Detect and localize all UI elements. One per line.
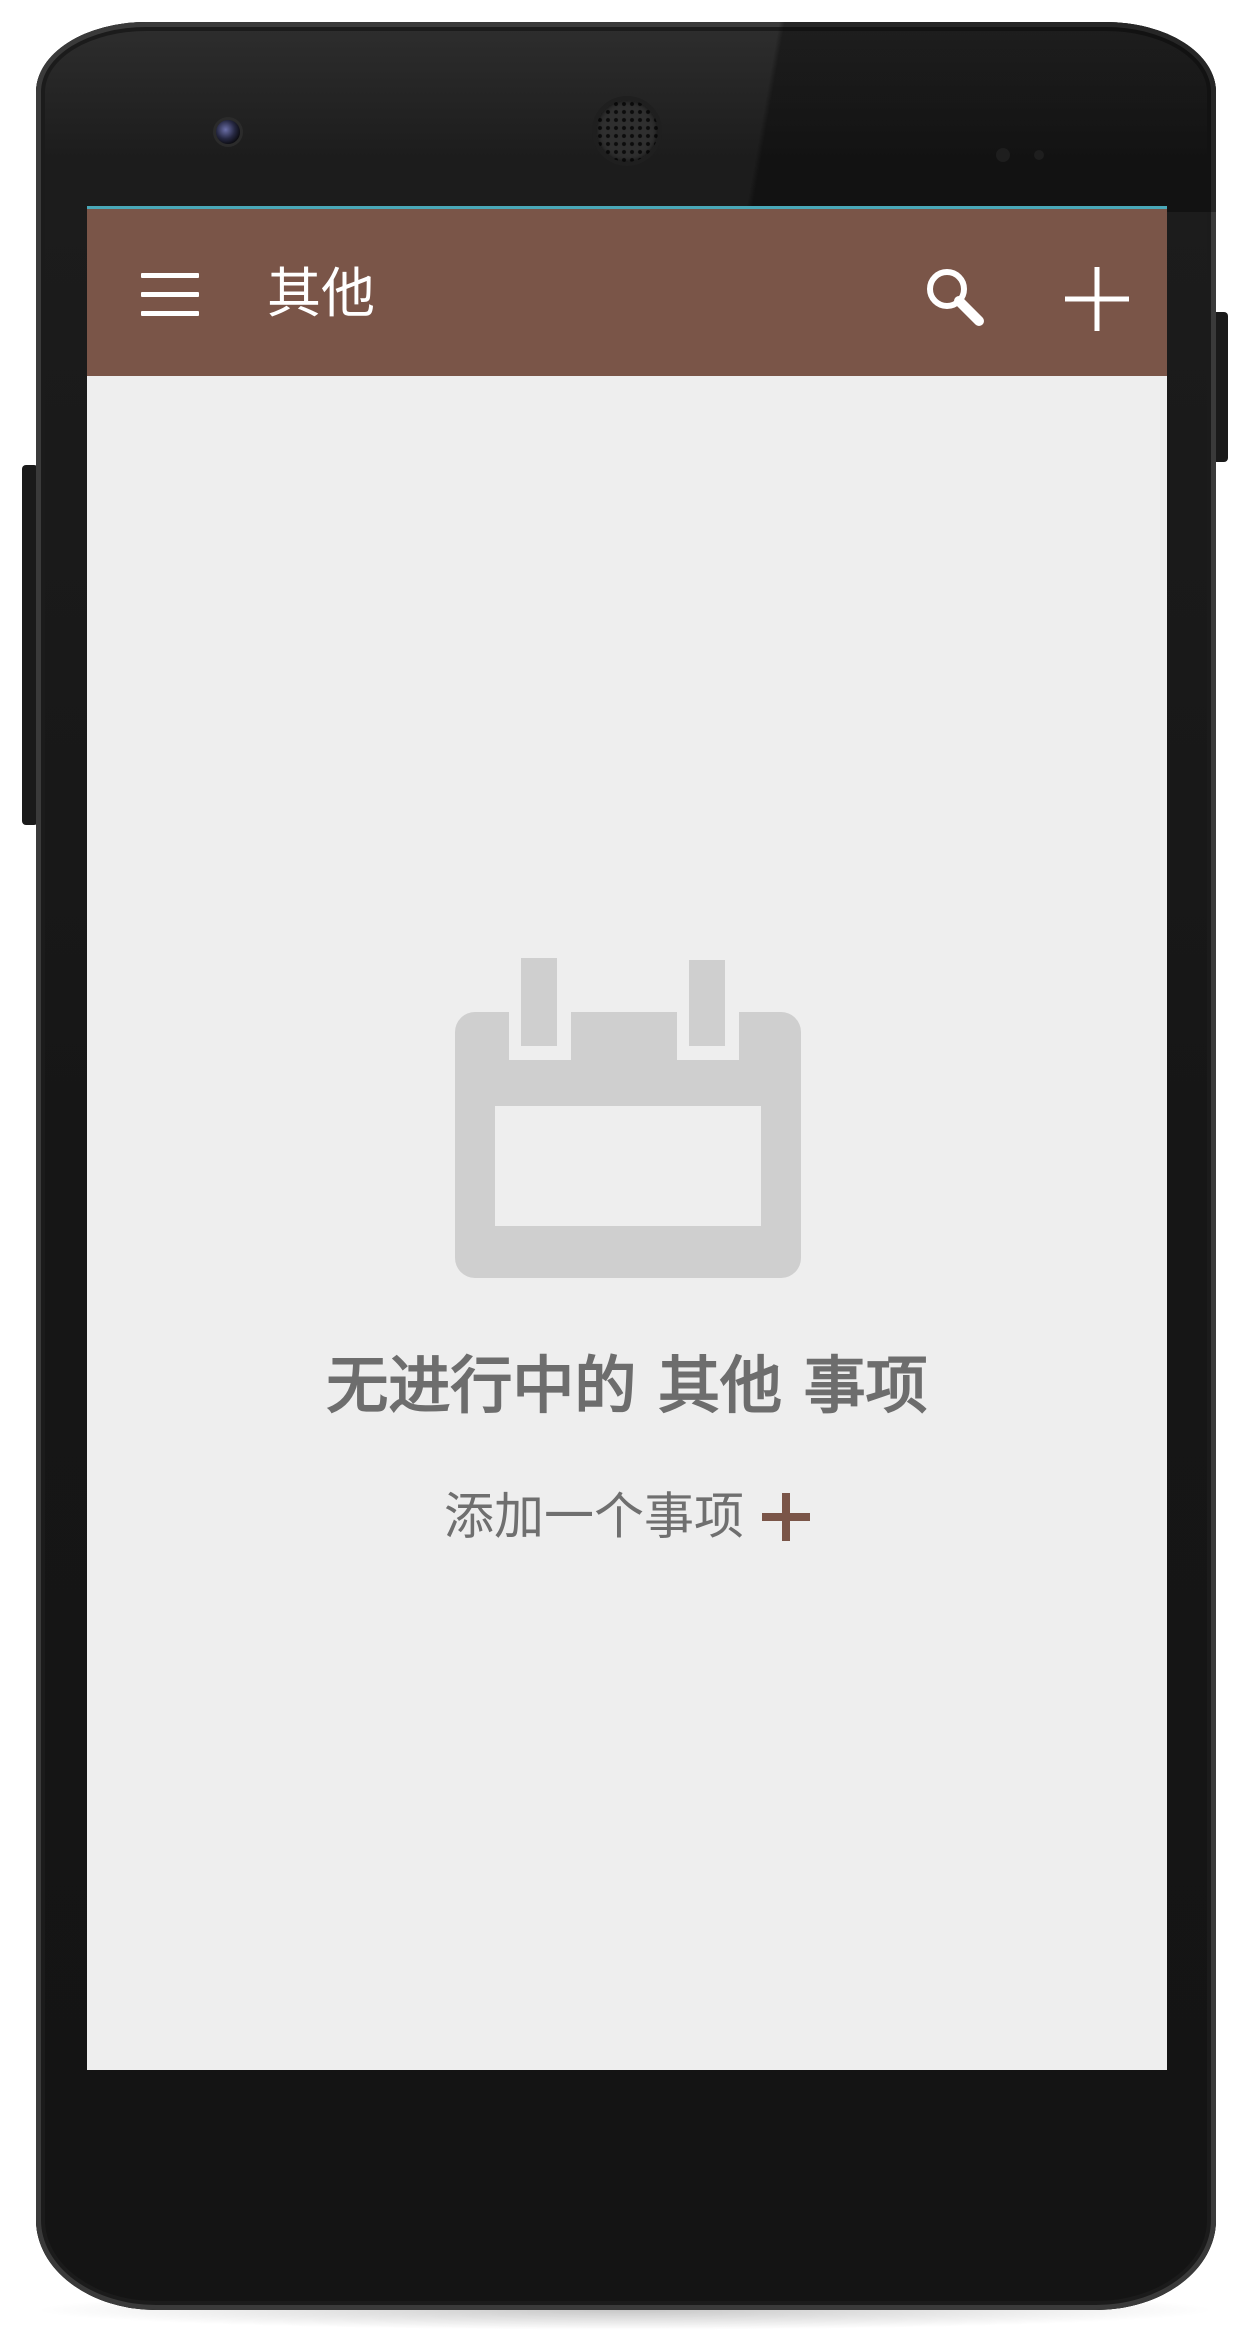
front-camera-icon	[216, 120, 240, 144]
add-item-label[interactable]: 添加一个事项	[444, 1488, 744, 1546]
empty-state: 无进行中的 其他 事项 添加一个事项	[87, 206, 1167, 2070]
plus-icon[interactable]	[762, 1492, 810, 1541]
proximity-sensor-icon	[996, 148, 1010, 162]
add-item-link[interactable]: 添加一个事项	[87, 1480, 1167, 1550]
phone-gloss	[676, 22, 1216, 212]
app-screen: 其他 无进行中的 其他 事项 添加一个事项	[87, 206, 1167, 2070]
light-sensor-icon	[1034, 150, 1044, 160]
device-page: 其他 无进行中的 其他 事项 添加一个事项	[0, 0, 1250, 2350]
speaker-grille-icon	[596, 100, 658, 162]
empty-state-title: 无进行中的 其他 事项	[326, 1349, 928, 1422]
calendar-icon	[455, 958, 801, 1278]
